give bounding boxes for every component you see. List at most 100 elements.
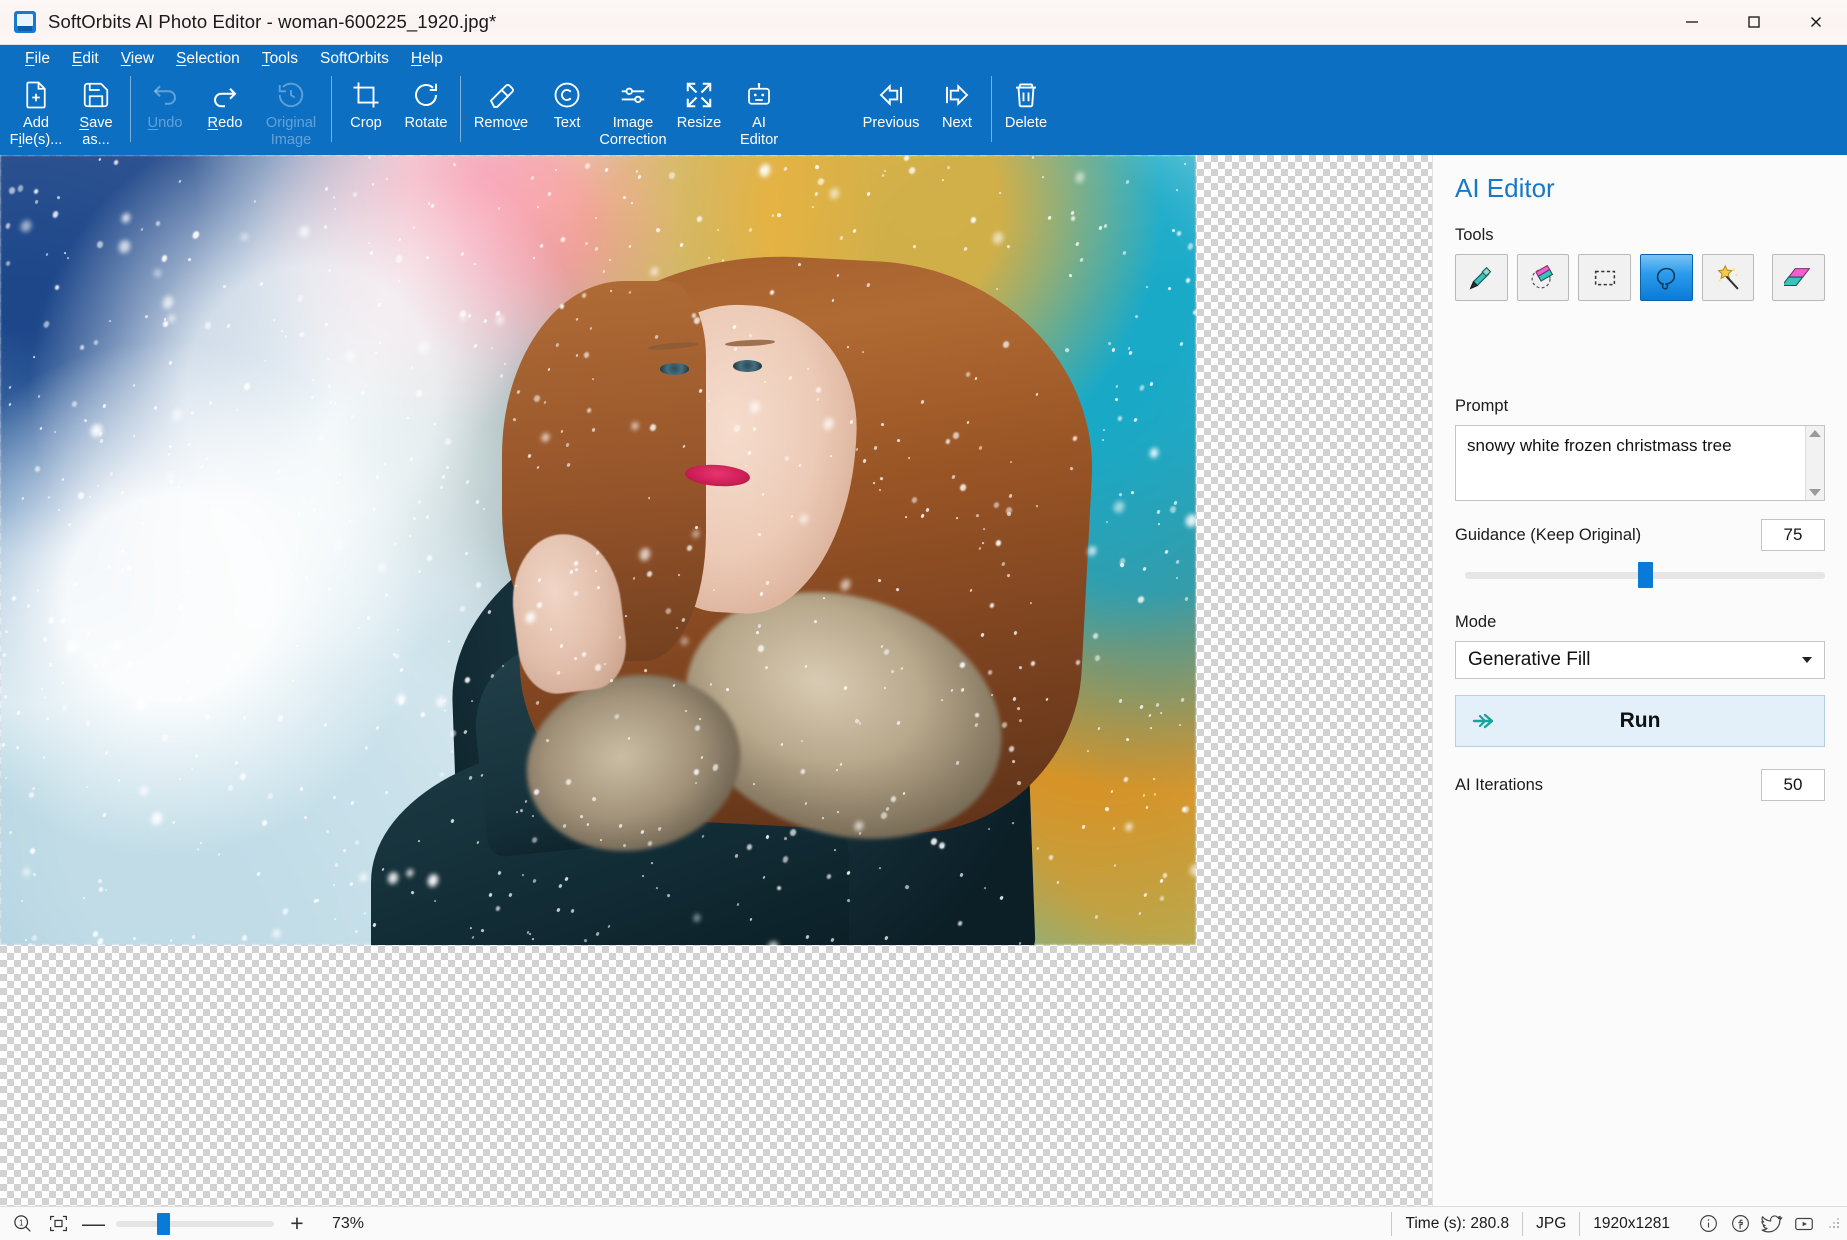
guidance-slider[interactable] [1465,562,1825,588]
zoom-out-button[interactable]: — [82,1212,105,1235]
prompt-input[interactable]: snowy white frozen christmass tree [1456,426,1805,500]
status-time: Time (s): 280.8 [1391,1211,1522,1236]
toolbar-rotate-button[interactable]: Rotate [396,72,456,150]
window-controls [1661,0,1847,45]
iterations-label: AI Iterations [1455,775,1544,794]
toolbar-resize-label: Resize [676,115,722,131]
status-dimensions: 1920x1281 [1579,1211,1683,1236]
toolbar-resize-button[interactable]: Resize [669,72,729,150]
copyright-c-icon [552,78,582,112]
toolbar-undo-label: Undo [147,115,183,131]
toolbar-save-as-label: Save as... [79,115,113,148]
menu-selection[interactable]: Selection [165,48,251,70]
window-title: SoftOrbits AI Photo Editor - woman-60022… [48,11,497,32]
guidance-label: Guidance (Keep Original) [1455,525,1642,544]
zoom-actual-size-icon[interactable]: 1 [10,1212,34,1236]
zoom-fit-screen-icon[interactable] [46,1212,70,1236]
tool-magic-wand-button[interactable] [1701,254,1755,301]
photo-subject [0,155,1196,945]
arrow-left-bar-icon [876,78,906,112]
menu-file[interactable]: FFileile [14,48,61,70]
canvas-column [0,155,1432,1206]
mode-label: Mode [1455,613,1497,631]
zoom-in-button[interactable]: + [286,1212,308,1235]
toolbar-add-files-label: Add File(s)... [9,115,63,148]
scroll-down-arrow-icon[interactable] [1809,489,1821,496]
zoom-controls: 1 — + 73% [0,1212,378,1236]
toolbar-crop-button[interactable]: Crop [336,72,396,150]
run-button[interactable]: Run [1455,695,1825,747]
youtube-icon[interactable] [1789,1209,1819,1239]
close-button[interactable] [1785,0,1847,45]
iterations-row: AI Iterations 50 [1455,769,1825,801]
toolbar-redo-button[interactable]: Redo [195,72,255,150]
tool-lasso-select-button[interactable] [1640,254,1693,301]
zoom-slider-thumb[interactable] [157,1212,171,1235]
zoom-slider[interactable] [116,1212,274,1235]
scroll-up-arrow-icon[interactable] [1809,430,1821,437]
image-canvas[interactable] [0,155,1432,1206]
eraser-circle-icon [1528,263,1558,293]
maximize-button[interactable] [1723,0,1785,45]
menu-help[interactable]: Help [400,48,454,70]
toolbar-ai-editor-label: AI Editor [739,115,779,148]
toolbar-ai-editor-button[interactable]: AI Editor [729,72,789,150]
toolbar-next-button[interactable]: Next [927,72,987,150]
iterations-value-input[interactable]: 50 [1761,769,1825,801]
toolbar-remove-button[interactable]: Remove [465,72,537,150]
main-body: AI Editor Tools Prompt snowy white froze… [0,155,1847,1206]
facebook-icon[interactable] [1725,1209,1755,1239]
toolbar-group-history: Undo Redo Original Image [135,72,327,155]
status-format: JPG [1522,1211,1579,1236]
toolbar-text-button[interactable]: Text [537,72,597,150]
toolbar-group-tools: Remove Text Image Correction Resize AI E… [465,72,789,155]
toolbar-remove-label: Remove [473,115,529,131]
toolbar-redo-label: Redo [207,115,243,131]
menu-softorbits[interactable]: SoftOrbits [309,48,400,70]
toolbar-delete-button[interactable]: Delete [996,72,1056,150]
toolbar-image-correction-label: Image Correction [599,115,667,148]
tool-rect-select-button[interactable] [1578,254,1632,301]
toolbar-original-image-button: Original Image [255,72,327,150]
twitter-bird-icon[interactable] [1757,1209,1787,1239]
mode-selected-value: Generative Fill [1468,649,1591,670]
toolbar-image-correction-button[interactable]: Image Correction [597,72,669,150]
photo-background [0,155,1196,945]
tool-fill-shape-button[interactable] [1772,254,1826,301]
redo-arrow-icon [210,78,240,112]
undo-arrow-icon [150,78,180,112]
prompt-field[interactable]: snowy white frozen christmass tree [1455,425,1825,501]
menu-edit[interactable]: Edit [61,48,110,70]
toolbar-add-files-button[interactable]: Add File(s)... [6,72,66,150]
main-toolbar: Add File(s)... Save as... Undo Redo Orig… [0,72,1847,155]
toolbar-previous-button[interactable]: Previous [855,72,927,150]
guidance-value-input[interactable]: 75 [1761,519,1825,551]
parallelogram-icon [1783,263,1814,293]
zoom-slider-track [116,1220,274,1227]
toolbar-original-image-label: Original Image [265,115,317,148]
brush-icon [1466,263,1496,293]
toolbar-separator-4 [991,76,992,142]
menu-tools[interactable]: Tools [251,48,309,70]
ai-editor-panel: AI Editor Tools Prompt snowy white froze… [1432,155,1847,1206]
chevron-down-icon [1802,657,1812,663]
status-bar: 1 — + 73% Time (s): 280.8 JPG 1920x1281 [0,1206,1847,1240]
tool-eraser-selection-button[interactable] [1516,254,1570,301]
photo-preview[interactable] [0,155,1196,945]
guidance-slider-thumb[interactable] [1638,562,1653,588]
window-resize-grip[interactable] [1827,1216,1843,1232]
menu-view[interactable]: View [110,48,165,70]
rectangle-select-icon [1590,263,1620,293]
minimize-button[interactable] [1661,0,1723,45]
save-icon [81,78,111,112]
toolbar-save-as-button[interactable]: Save as... [66,72,126,150]
svg-text:1: 1 [19,1218,23,1227]
mode-select[interactable]: Generative Fill [1455,641,1825,679]
prompt-scrollbar[interactable] [1805,426,1824,500]
tool-brush-button[interactable] [1455,254,1508,301]
toolbar-next-label: Next [941,115,972,131]
run-button-label: Run [1619,709,1661,732]
toolbar-rotate-label: Rotate [404,115,448,131]
info-circle-icon[interactable] [1693,1209,1723,1239]
toolbar-separator-3 [460,76,461,142]
